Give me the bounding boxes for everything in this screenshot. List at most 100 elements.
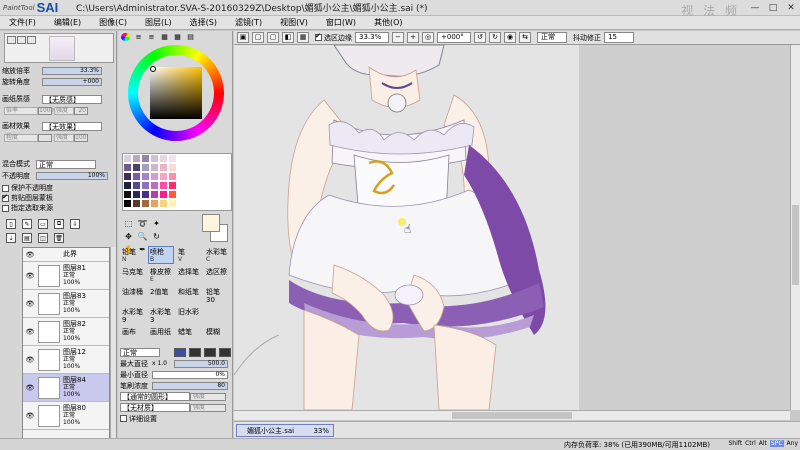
flip-horizontal-icon[interactable]: ⇆ — [519, 32, 531, 43]
protect-opacity-checkbox[interactable] — [2, 184, 9, 192]
hsv-slider-tab-icon[interactable]: ≡ — [147, 33, 156, 41]
color-swatch[interactable] — [222, 199, 231, 208]
color-swatch[interactable] — [123, 199, 132, 208]
color-swatch[interactable] — [159, 172, 168, 181]
stabilizer-select[interactable]: 15 — [604, 32, 634, 43]
color-swatch[interactable] — [195, 163, 204, 172]
select-all-icon[interactable]: ▢ — [252, 32, 264, 43]
color-swatch[interactable] — [186, 172, 195, 181]
color-swatch[interactable] — [141, 154, 150, 163]
color-swatch[interactable] — [132, 172, 141, 181]
layer-item[interactable]: 👁 图层82 正常 100% — [23, 318, 109, 346]
rotate-slider[interactable]: +000 — [42, 78, 102, 86]
color-swatch[interactable] — [222, 163, 231, 172]
brush-texture-select[interactable]: 【无材质】 — [120, 403, 190, 412]
color-swatch[interactable] — [168, 154, 177, 163]
menu-view[interactable]: 视图(V) — [271, 16, 317, 30]
max-size-multiplier[interactable]: x 1.0 — [152, 360, 174, 367]
brush-tool[interactable]: 水彩笔3 — [148, 306, 174, 324]
color-swatch[interactable] — [222, 154, 231, 163]
menu-window[interactable]: 窗口(W) — [317, 16, 365, 30]
new-folder-icon[interactable]: ▭ — [38, 219, 48, 229]
color-swatch[interactable] — [213, 154, 222, 163]
brush-tool[interactable]: 水彩笔9 — [120, 306, 146, 324]
color-swatch[interactable] — [204, 199, 213, 208]
color-swatch[interactable] — [195, 199, 204, 208]
canvas-zoom-field[interactable]: 33.3% — [355, 32, 389, 43]
color-swatch[interactable] — [168, 163, 177, 172]
color-swatch[interactable] — [177, 154, 186, 163]
color-swatch[interactable] — [159, 154, 168, 163]
color-swatch[interactable] — [195, 181, 204, 190]
selection-source-checkbox[interactable] — [2, 204, 9, 212]
color-mixer-tab-icon[interactable]: ▦ — [160, 33, 169, 41]
texture-strength-value[interactable]: 20 — [74, 107, 88, 115]
brush-shape-strength[interactable]: 强度 — [190, 392, 226, 401]
brush-tool[interactable]: 蜡笔 — [176, 326, 202, 344]
color-wheel[interactable] — [120, 43, 232, 149]
color-swatch[interactable] — [132, 181, 141, 190]
color-swatch[interactable] — [159, 181, 168, 190]
color-swatch[interactable] — [159, 190, 168, 199]
color-swatch[interactable] — [222, 181, 231, 190]
horizontal-scroll-thumb[interactable] — [452, 412, 572, 419]
paper-effect-select[interactable]: 【无效果】 — [42, 121, 102, 131]
layer-item[interactable]: 👁 图层83 正常 100% — [23, 290, 109, 318]
color-swatch[interactable] — [141, 181, 150, 190]
duplicate-layer-icon[interactable]: ⧉ — [54, 219, 64, 229]
color-swatch[interactable] — [213, 181, 222, 190]
invert-select-icon[interactable]: ◧ — [282, 32, 294, 43]
brush-mode-select[interactable]: 正常 — [120, 348, 160, 357]
brush-tool[interactable]: 水彩笔 C — [204, 246, 230, 264]
foreground-color-swatch[interactable] — [202, 214, 220, 232]
eye-icon[interactable]: 👁 — [25, 355, 35, 365]
layer-item-selected[interactable]: 👁 图层84 正常 100% — [23, 374, 109, 402]
menu-image[interactable]: 图像(C) — [90, 16, 136, 30]
brush-shape-1-icon[interactable] — [174, 348, 186, 357]
color-swatch[interactable] — [186, 190, 195, 199]
color-wheel-tab-icon[interactable] — [121, 33, 130, 41]
zoom-in-button-icon[interactable]: + — [407, 32, 419, 43]
rotate-left-icon[interactable]: ↺ — [474, 32, 486, 43]
document-tab[interactable]: 媚狐小公主.sai 33% — [236, 424, 334, 437]
canvas-rotation-field[interactable]: +000° — [437, 32, 471, 43]
max-size-slider[interactable]: 500.0 — [174, 359, 228, 368]
canvas-vertical-scrollbar[interactable] — [790, 45, 800, 410]
color-swatches[interactable] — [122, 153, 232, 211]
move-icon[interactable]: ✥ — [122, 230, 135, 242]
effect-width-value[interactable] — [38, 134, 52, 142]
texture-scale-value[interactable]: 100% — [38, 107, 56, 115]
color-swatch[interactable] — [141, 163, 150, 172]
reset-rotation-icon[interactable]: ◉ — [504, 32, 516, 43]
eye-icon[interactable]: 👁 — [25, 383, 35, 393]
color-swatch[interactable] — [132, 190, 141, 199]
color-swatch[interactable] — [150, 163, 159, 172]
color-swatch[interactable] — [213, 163, 222, 172]
color-swatch[interactable] — [195, 190, 204, 199]
color-swatch[interactable] — [204, 181, 213, 190]
brush-shape-4-icon[interactable] — [219, 348, 231, 357]
brush-shape-2-icon[interactable] — [189, 348, 201, 357]
clipping-mask-row[interactable]: 剪贴图层蒙板 — [2, 193, 53, 203]
color-swatch[interactable] — [177, 190, 186, 199]
selection-edge-checkbox[interactable] — [315, 32, 322, 41]
color-swatch[interactable] — [159, 199, 168, 208]
rgb-slider-tab-icon[interactable]: ≡ — [134, 33, 143, 41]
brush-tool[interactable]: 模糊 — [204, 326, 230, 344]
zoom-reset-icon[interactable] — [27, 36, 36, 44]
zoom-out-button-icon[interactable]: − — [392, 32, 404, 43]
brush-tool[interactable]: 笔V — [176, 246, 202, 264]
zoom-icon[interactable]: 🔍 — [136, 230, 149, 242]
transfer-down-icon[interactable]: ⇣ — [6, 233, 16, 243]
color-swatch[interactable] — [123, 190, 132, 199]
maximize-icon[interactable]: □ — [764, 0, 782, 16]
detail-settings-row[interactable]: 详细设置 — [120, 413, 232, 424]
rotate-right-icon[interactable]: ↻ — [489, 32, 501, 43]
color-swatch[interactable] — [186, 154, 195, 163]
brush-tool[interactable]: 马克笔 — [120, 266, 146, 284]
scratchpad-tab-icon[interactable]: ▤ — [186, 33, 195, 41]
brush-tool[interactable]: 画用纸 — [148, 326, 174, 344]
color-swatch[interactable] — [132, 199, 141, 208]
color-swatch[interactable] — [177, 172, 186, 181]
brush-tool[interactable]: 画布 — [120, 326, 146, 344]
